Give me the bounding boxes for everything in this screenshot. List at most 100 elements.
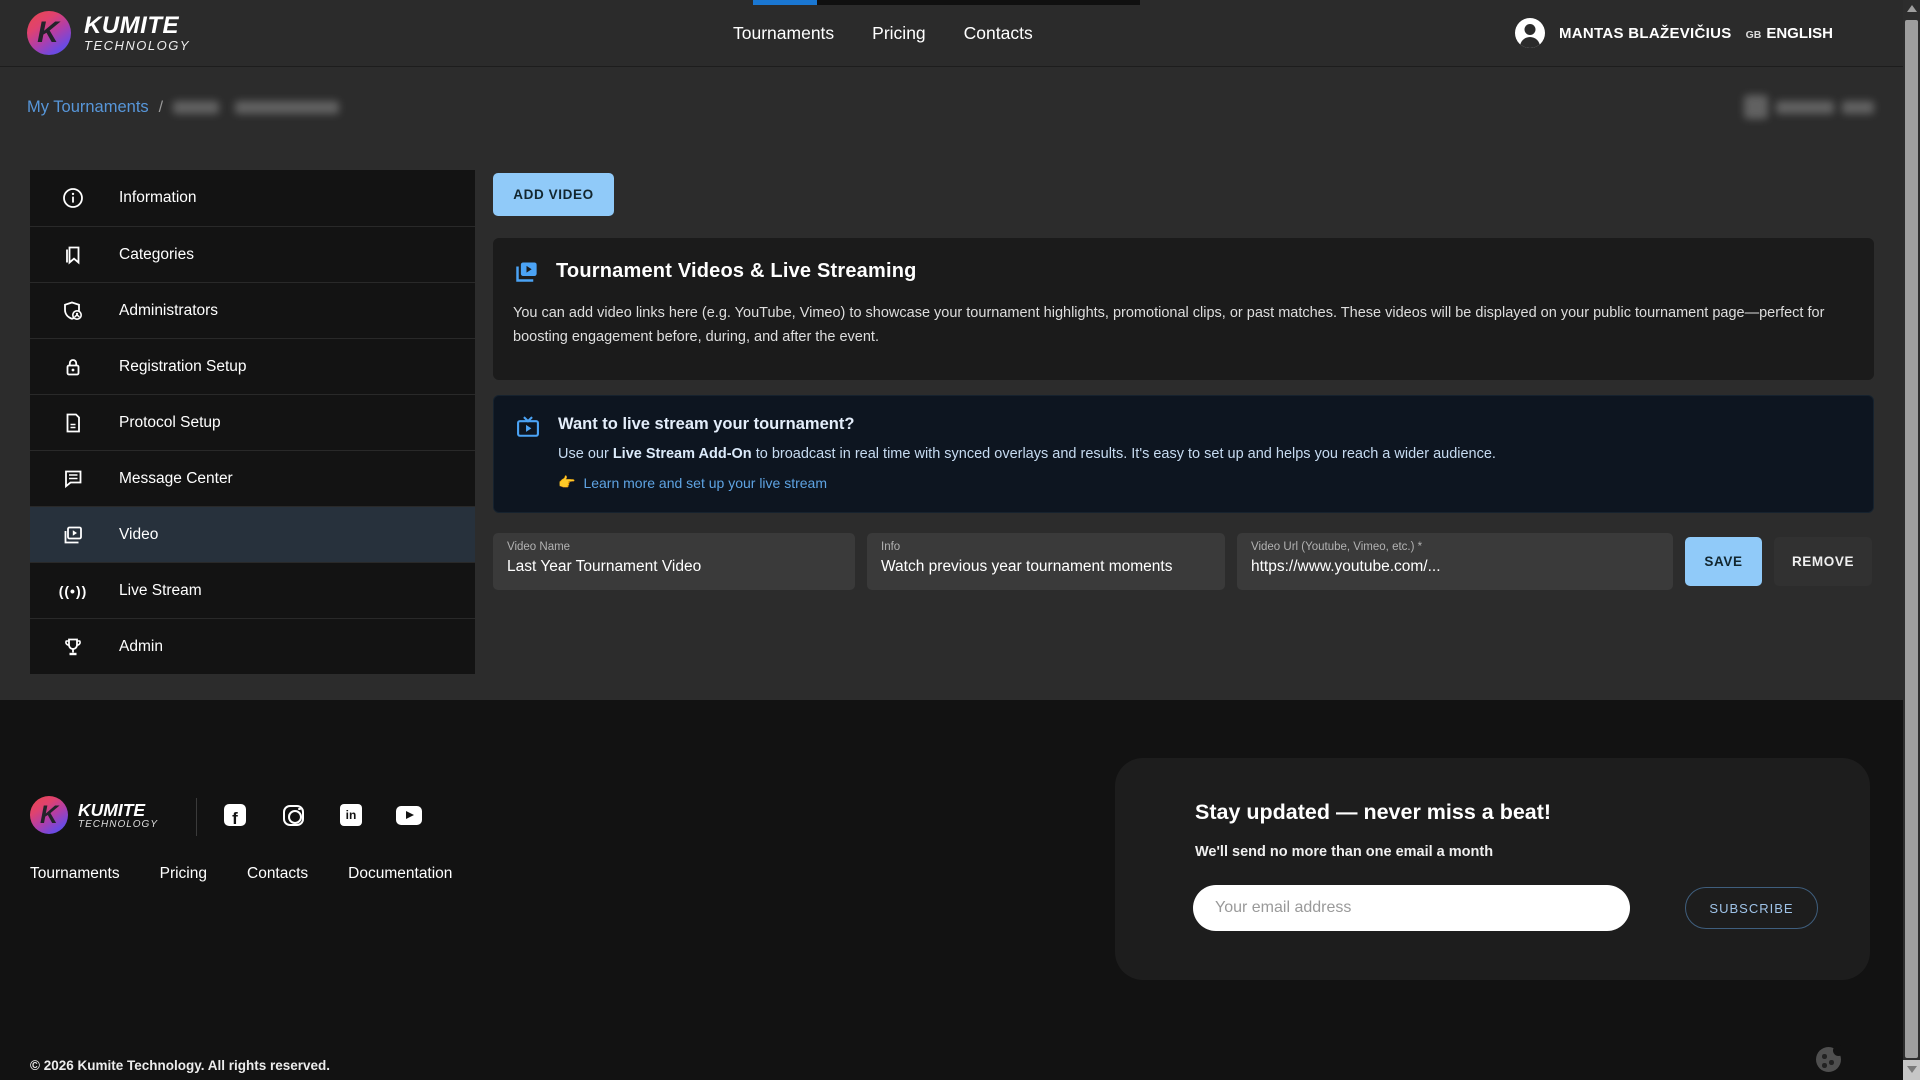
sidebar-item-label: Message Center: [119, 470, 233, 488]
tournament-date-badge: [1744, 95, 1874, 119]
brand-subtitle: TECHNOLOGY: [84, 38, 190, 53]
divider: [196, 798, 197, 836]
breadcrumb: My Tournaments /: [27, 98, 339, 117]
sidebar-item-administrators[interactable]: Administrators: [30, 282, 475, 338]
footer-links: Tournaments Pricing Contacts Documentati…: [30, 865, 452, 883]
lock-icon: [60, 354, 86, 380]
account-icon: [1515, 18, 1545, 48]
footer-brand-name: KUMITE: [78, 801, 158, 819]
bookmark-icon: [60, 242, 86, 268]
videos-section-panel: Tournament Videos & Live Streaming You c…: [493, 238, 1874, 380]
redacted-tournament-name: [235, 101, 339, 114]
section-description: You can add video links here (e.g. YouTu…: [513, 301, 1854, 349]
language-label: ENGLISH: [1766, 25, 1833, 42]
field-label: Video Name: [507, 541, 841, 553]
tournament-sidebar: Information Categories Administrators Re…: [30, 170, 475, 674]
breadcrumb-separator: /: [159, 99, 163, 117]
brand-name: KUMITE: [84, 14, 190, 38]
redacted-date: [1776, 101, 1834, 114]
nav-item-tournaments[interactable]: Tournaments: [733, 23, 834, 44]
save-button[interactable]: SAVE: [1685, 537, 1762, 586]
redacted-tournament-name: [173, 101, 219, 114]
scrollbar-up-arrow-icon[interactable]: [1907, 5, 1917, 12]
sidebar-item-live-stream[interactable]: ((•)) Live Stream: [30, 562, 475, 618]
language-code: GB: [1746, 29, 1762, 41]
social-links: f in: [222, 802, 422, 828]
broadcast-icon: ((•)): [60, 578, 86, 604]
page-scrollbar[interactable]: [1903, 0, 1920, 1080]
footer-link-documentation[interactable]: Documentation: [348, 865, 452, 883]
sidebar-item-label: Protocol Setup: [119, 414, 221, 432]
footer-brand-subtitle: TECHNOLOGY: [78, 819, 158, 830]
field-label: Info: [881, 541, 1211, 553]
sidebar-item-label: Categories: [119, 246, 194, 264]
live-tv-icon: [514, 413, 542, 491]
top-progress-bar: [753, 0, 817, 5]
footer-link-contacts[interactable]: Contacts: [247, 865, 308, 883]
main-nav: Tournaments Pricing Contacts: [733, 0, 1033, 66]
sidebar-item-message-center[interactable]: Message Center: [30, 450, 475, 506]
brand-logo[interactable]: K KUMITE TECHNOLOGY: [27, 11, 190, 55]
footer-link-pricing[interactable]: Pricing: [160, 865, 207, 883]
field-value: Watch previous year tournament moments: [881, 558, 1211, 576]
kumite-logo-icon: K: [30, 796, 68, 834]
remove-button[interactable]: REMOVE: [1774, 537, 1872, 586]
section-title: Tournament Videos & Live Streaming: [556, 260, 917, 283]
calendar-icon: [1744, 95, 1768, 119]
redacted-date: [1842, 101, 1874, 114]
instagram-icon[interactable]: [280, 802, 306, 828]
field-label: Video Url (Youtube, Vimeo, etc.) *: [1251, 541, 1659, 553]
field-value: https://www.youtube.com/...: [1251, 558, 1659, 576]
app-root: K KUMITE TECHNOLOGY Tournaments Pricing …: [0, 0, 1920, 1080]
scrollbar-thumb[interactable]: [1905, 20, 1918, 1058]
scrollbar-down-button[interactable]: [1903, 1060, 1920, 1080]
user-name: MANTAS BLAŽEVIČIUS: [1559, 25, 1732, 42]
sidebar-item-label: Registration Setup: [119, 358, 247, 376]
nav-item-contacts[interactable]: Contacts: [964, 23, 1033, 44]
sidebar-item-label: Administrators: [119, 302, 218, 320]
live-stream-learn-more-link[interactable]: 👉 Learn more and set up your live stream: [558, 474, 1496, 491]
nav-item-pricing[interactable]: Pricing: [872, 23, 926, 44]
video-name-field[interactable]: Video Name Last Year Tournament Video: [493, 533, 855, 590]
video-library-icon: [60, 522, 86, 548]
newsletter-subtitle: We'll send no more than one email a mont…: [1195, 844, 1493, 860]
kumite-logo-icon: K: [27, 11, 71, 55]
facebook-icon[interactable]: f: [222, 802, 248, 828]
sidebar-item-registration-setup[interactable]: Registration Setup: [30, 338, 475, 394]
footer: K KUMITE TECHNOLOGY f in Tournaments Pri…: [0, 700, 1903, 1080]
video-library-blue-icon: [513, 258, 540, 285]
cookie-settings-icon[interactable]: [1816, 1047, 1841, 1072]
copyright-text: © 2026 Kumite Technology. All rights res…: [30, 1058, 330, 1073]
chat-icon: [60, 466, 86, 492]
field-value: Last Year Tournament Video: [507, 558, 841, 576]
info-icon: [60, 185, 86, 211]
sidebar-item-label: Information: [119, 189, 197, 207]
add-video-button[interactable]: ADD VIDEO: [493, 173, 614, 216]
trophy-icon: [60, 634, 86, 660]
sidebar-item-protocol-setup[interactable]: Protocol Setup: [30, 394, 475, 450]
live-stream-body: Use our Live Stream Add-On to broadcast …: [558, 446, 1496, 462]
breadcrumb-my-tournaments[interactable]: My Tournaments: [27, 98, 149, 117]
subscribe-button[interactable]: SUBSCRIBE: [1685, 887, 1818, 929]
sidebar-item-information[interactable]: Information: [30, 170, 475, 226]
pointing-hand-icon: 👉: [558, 474, 575, 491]
video-url-field[interactable]: Video Url (Youtube, Vimeo, etc.) * https…: [1237, 533, 1673, 590]
newsletter-card: Stay updated — never miss a beat! We'll …: [1115, 758, 1870, 980]
footer-link-tournaments[interactable]: Tournaments: [30, 865, 120, 883]
live-stream-promo: Want to live stream your tournament? Use…: [493, 395, 1874, 513]
youtube-icon[interactable]: [396, 802, 422, 828]
sidebar-item-label: Live Stream: [119, 582, 202, 600]
video-info-field[interactable]: Info Watch previous year tournament mome…: [867, 533, 1225, 590]
document-icon: [60, 410, 86, 436]
newsletter-title: Stay updated — never miss a beat!: [1195, 800, 1551, 825]
sidebar-item-admin[interactable]: Admin: [30, 618, 475, 674]
sidebar-item-label: Admin: [119, 638, 163, 656]
user-menu[interactable]: MANTAS BLAŽEVIČIUS GB ENGLISH: [1515, 0, 1833, 66]
language-selector[interactable]: GB ENGLISH: [1746, 25, 1833, 42]
shield-person-icon: [60, 298, 86, 324]
sidebar-item-categories[interactable]: Categories: [30, 226, 475, 282]
sidebar-item-video[interactable]: Video: [30, 506, 475, 562]
email-input[interactable]: [1193, 885, 1630, 931]
footer-brand-logo[interactable]: K KUMITE TECHNOLOGY: [30, 796, 158, 834]
linkedin-icon[interactable]: in: [338, 802, 364, 828]
